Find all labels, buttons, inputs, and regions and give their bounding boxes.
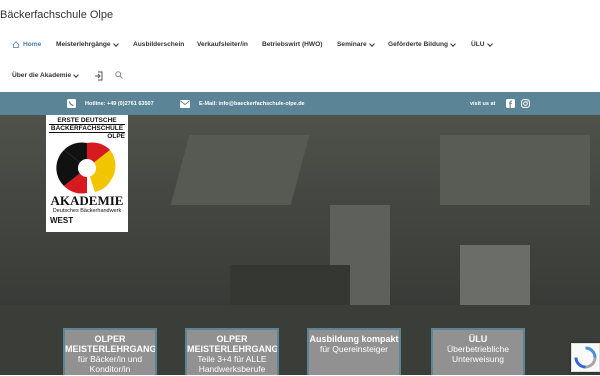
home-icon [12,41,20,48]
nav-akademie[interactable]: Über die Akademie [12,71,79,79]
login-icon[interactable] [94,71,103,81]
nav-home[interactable]: Home [12,41,41,48]
site-title[interactable]: Bäckerfachschule Olpe [0,9,113,21]
logo-west: WEST [50,216,74,225]
nav-seminare[interactable]: Seminare [337,40,375,48]
card-meisterlehrgang-handwerk[interactable]: OLPER MEISTERLEHRGANG Teile 3+4 für ALLE… [185,328,279,375]
email-text: E-Mail: info@baeckerfachschule-olpe.de [199,100,305,107]
search-icon[interactable] [115,71,123,79]
nav-seminare-label: Seminare [337,41,367,48]
card-subtitle: für Bäcker/in und Konditor/in [77,354,143,374]
contact-bar: Hotline: +49 (0)2761 63507 E-Mail: info@… [0,92,600,115]
nav-ulu[interactable]: ÜLU [471,40,493,48]
card-ulu[interactable]: ÜLU Überbetriebliche Unterweisung [431,328,525,375]
phone-icon [67,99,76,108]
hotline-text: Hotline: +49 (0)2761 63507 [85,100,154,107]
card-ausbildung-kompakt[interactable]: Ausbildung kompakt für Quereinsteiger [307,328,401,375]
recaptcha-icon [574,346,597,369]
logo-akademie: AKADEMIE [50,193,124,208]
hotline-item[interactable]: Hotline: +49 (0)2761 63507 [67,92,154,115]
envelope-icon [180,99,190,108]
card-title: Ausbildung kompakt [309,334,399,344]
nav-ausbilderschein[interactable]: Ausbilderschein [133,41,184,48]
social-links: visit us at [470,92,531,115]
chevron-down-icon [112,40,119,47]
logo-emblem [56,142,116,194]
nav-betriebswirt[interactable]: Betriebswirt (HWO) [262,41,322,48]
card-title: OLPER MEISTERLEHRGANG [187,334,279,354]
nav-home-label: Home [23,41,42,48]
facebook-icon[interactable] [506,99,516,108]
nav-verkaufsleiter[interactable]: Verkaufsleiter/in [197,41,248,48]
card-subtitle: für Quereinsteiger [319,344,389,354]
logo-line1: ERSTE DEUTSCHE [57,117,117,124]
nav-gefoerderte-label: Geförderte Bildung [388,41,449,48]
chevron-down-icon [486,40,493,47]
nav-meisterlehrgaenge[interactable]: Meisterlehrgänge [56,40,119,48]
chevron-down-icon [73,71,79,78]
nav-betriebswirt-label: Betriebswirt (HWO) [262,41,323,48]
chevron-down-icon [368,40,375,47]
academy-logo[interactable]: ERSTE DEUTSCHE BÄCKERFACHSCHULE OLPE AKA… [46,115,128,232]
email-item[interactable]: E-Mail: info@baeckerfachschule-olpe.de [180,92,305,115]
chevron-down-icon [450,40,456,47]
nav-ausbilderschein-label: Ausbilderschein [133,41,185,48]
recaptcha-badge[interactable] [571,343,600,372]
card-subtitle: Teile 3+4 für ALLE Handwerksberufe [197,354,267,374]
nav-gefoerderte-bildung[interactable]: Geförderte Bildung [388,40,456,48]
nav-ulu-label: ÜLU [471,41,485,48]
logo-line3: OLPE [107,133,125,140]
visit-text: visit us at [470,100,496,107]
logo-line2: BÄCKERFACHSCHULE [49,124,125,133]
card-subtitle: Überbetriebliche Unterweisung [447,344,509,364]
card-title: OLPER MEISTERLEHRGANG [65,334,157,354]
nav-meisterlehrgaenge-label: Meisterlehrgänge [56,41,111,48]
card-title: ÜLU [468,334,488,344]
nav-akademie-label: Über die Akademie [12,72,72,79]
instagram-icon[interactable] [521,99,531,108]
logo-subtitle: Deutsches Bäckerhandwerk [52,208,122,214]
card-meisterlehrgang-baecker[interactable]: OLPER MEISTERLEHRGANG für Bäcker/in und … [63,328,157,375]
nav-verkaufsleiter-label: Verkaufsleiter/in [197,41,248,48]
